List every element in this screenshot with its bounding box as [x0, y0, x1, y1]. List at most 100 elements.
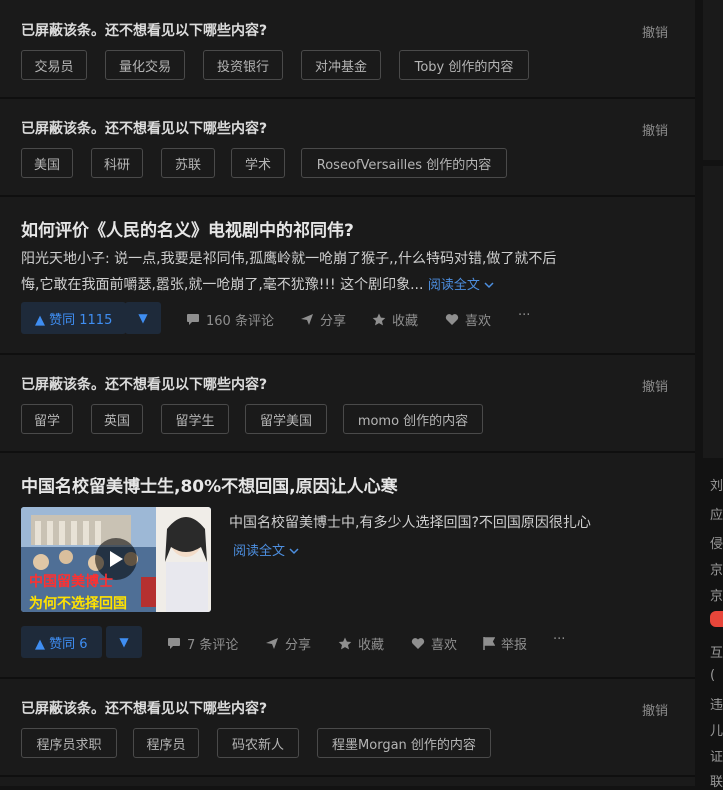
block-tag[interactable]: Toby 创作的内容: [399, 50, 529, 80]
comment-label: 7 条评论: [187, 638, 239, 653]
read-more-label: 阅读全文: [427, 278, 480, 293]
star-icon: [372, 313, 386, 326]
read-more-link[interactable]: 阅读全文: [428, 278, 494, 293]
favorite-label: 收藏: [358, 638, 385, 653]
sidebar-text: 违: [710, 698, 723, 713]
upvote-button[interactable]: ▲ 赞同 6: [21, 626, 102, 658]
share-icon: [266, 638, 278, 649]
block-tag[interactable]: 留学生: [161, 404, 229, 434]
share-label: 分享: [320, 314, 347, 329]
upvote-button[interactable]: ▲ 赞同 1115: [21, 302, 127, 334]
block-tag[interactable]: 留学美国: [245, 404, 327, 434]
more-icon: ···: [518, 308, 531, 323]
excerpt-line: 悔,它敢在我面前嚼瑟,嚣张,就一呛崩了,毫不犹豫!!! 这个剧印象...: [21, 277, 424, 293]
answer-excerpt[interactable]: 阳光天地小子: 说一点,我要是祁同伟,孤鹰岭就一呛崩了猴子,,什么特码对错,做了…: [21, 246, 671, 299]
sidebar-text: 儿: [710, 724, 723, 739]
more-icon: ···: [553, 632, 566, 647]
favorite-label: 收藏: [392, 314, 419, 329]
sidebar-text: 京: [710, 563, 723, 578]
block-tag[interactable]: 学术: [231, 148, 285, 178]
chevron-down-icon: [289, 548, 299, 555]
flag-icon: [483, 637, 495, 650]
excerpt-line-wrap: 悔,它敢在我面前嚼瑟,嚣张,就一呛崩了,毫不犹豫!!! 这个剧印象... 阅读全…: [21, 272, 671, 299]
heart-icon: [411, 638, 425, 649]
read-more-label: 阅读全文: [233, 544, 286, 559]
post-title[interactable]: 中国名校留美博士生,80%不想回国,原因让人心寒: [21, 472, 398, 497]
heart-icon: [445, 314, 459, 325]
sidebar-text: 证: [710, 750, 723, 765]
favorite-button[interactable]: 收藏: [338, 634, 384, 653]
undo-button[interactable]: 撤销: [642, 700, 668, 719]
block-tag[interactable]: 量化交易: [105, 50, 185, 80]
question-title[interactable]: 如何评价《人民的名义》电视剧中的祁同伟?: [21, 216, 354, 241]
undo-button[interactable]: 撤销: [642, 22, 668, 41]
upvote-label: ▲ 赞同 6: [35, 636, 88, 652]
sidebar-text: 刘: [710, 479, 723, 494]
sidebar-text: 侵: [710, 537, 723, 552]
block-tag[interactable]: 程序员求职: [21, 728, 117, 758]
share-button[interactable]: 分享: [265, 634, 311, 653]
block-tag[interactable]: 投资银行: [203, 50, 283, 80]
video-thumbnail[interactable]: 中国留美博士 为何不选择回国: [21, 507, 211, 612]
caret-down-icon: ▼: [119, 635, 129, 649]
block-tag[interactable]: RoseofVersailles 创作的内容: [301, 148, 507, 178]
divider: [0, 97, 695, 99]
badge-icon: [710, 611, 723, 627]
block-tag[interactable]: 程序员: [133, 728, 199, 758]
sidebar-text: 联: [710, 775, 723, 790]
comment-icon: [187, 314, 199, 325]
upvote-label: ▲ 赞同 1115: [35, 312, 113, 328]
downvote-button[interactable]: ▼: [106, 626, 142, 658]
read-more-link[interactable]: 阅读全文: [233, 540, 299, 559]
block-tag[interactable]: 程墨Morgan 创作的内容: [317, 728, 491, 758]
share-label: 分享: [285, 638, 312, 653]
star-icon: [338, 637, 352, 650]
sidebar-text: 互: [710, 646, 723, 661]
like-button[interactable]: 喜欢: [445, 310, 491, 329]
favorite-button[interactable]: 收藏: [372, 310, 418, 329]
like-label: 喜欢: [431, 638, 458, 653]
block-tag[interactable]: 交易员: [21, 50, 87, 80]
comment-label: 160 条评论: [206, 314, 274, 329]
block-tag[interactable]: momo 创作的内容: [343, 404, 483, 434]
play-icon: [110, 551, 123, 567]
like-button[interactable]: 喜欢: [411, 634, 457, 653]
comment-button[interactable]: 160 条评论: [186, 310, 274, 329]
report-label: 举报: [501, 638, 528, 653]
report-button[interactable]: 举报: [483, 634, 527, 653]
comment-icon: [168, 638, 180, 649]
thumbnail-caption: 为何不选择回国: [29, 596, 127, 612]
blocked-notice: 已屏蔽该条。还不想看见以下哪些内容?: [21, 121, 268, 137]
downvote-button[interactable]: ▼: [125, 302, 161, 334]
share-icon: [301, 314, 313, 325]
post-summary[interactable]: 中国名校留美博士中,有多少人选择回国?不回国原因很扎心: [229, 512, 591, 532]
block-tag[interactable]: 码农新人: [217, 728, 299, 758]
blocked-notice: 已屏蔽该条。还不想看见以下哪些内容?: [21, 377, 268, 393]
more-button[interactable]: ···: [518, 308, 530, 323]
block-tag[interactable]: 美国: [21, 148, 73, 178]
undo-button[interactable]: 撤销: [642, 120, 668, 139]
sidebar-text: 京: [710, 589, 723, 604]
sidebar-text: (: [710, 668, 716, 683]
excerpt-line: 阳光天地小子: 说一点,我要是祁同伟,孤鹰岭就一呛崩了猴子,,什么特码对错,做了…: [21, 251, 557, 267]
more-button[interactable]: ···: [553, 632, 565, 647]
block-tag[interactable]: 对冲基金: [301, 50, 381, 80]
block-tag[interactable]: 苏联: [161, 148, 215, 178]
divider: [0, 775, 695, 777]
blocked-notice: 已屏蔽该条。还不想看见以下哪些内容?: [21, 23, 268, 39]
divider: [0, 353, 695, 355]
chevron-down-icon: [484, 282, 494, 289]
block-tag[interactable]: 英国: [91, 404, 143, 434]
sidebar-text: 应: [710, 508, 723, 523]
share-button[interactable]: 分享: [300, 310, 346, 329]
sidebar-panel: [703, 0, 723, 160]
divider: [0, 451, 695, 453]
sidebar-panel: [703, 166, 723, 458]
block-tag[interactable]: 留学: [21, 404, 73, 434]
block-tag[interactable]: 科研: [91, 148, 143, 178]
feed-list: 已屏蔽该条。还不想看见以下哪些内容? 撤销 交易员 量化交易 投资银行 对冲基金…: [0, 0, 695, 786]
undo-button[interactable]: 撤销: [642, 376, 668, 395]
comment-button[interactable]: 7 条评论: [167, 634, 238, 653]
thumbnail-caption: 中国留美博士: [29, 574, 113, 590]
like-label: 喜欢: [465, 314, 492, 329]
